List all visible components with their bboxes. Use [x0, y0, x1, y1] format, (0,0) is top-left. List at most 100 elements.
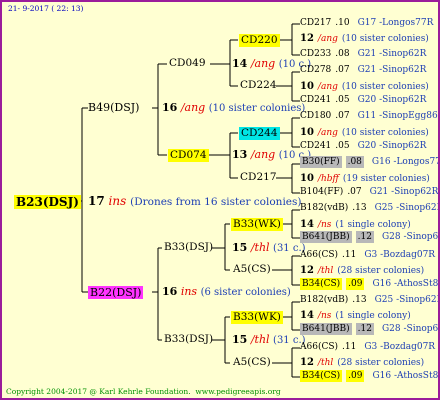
leaf-num: 14: [300, 310, 314, 321]
leaf-value: .09: [346, 278, 365, 290]
leaf-value: .05: [335, 95, 350, 105]
leaf-value: .08: [335, 49, 350, 59]
footer: Copyright 2004-2017 @ Karl Kehrle Founda…: [6, 388, 281, 396]
leaf-row: B104(FF) .07 G21 -Sinop62R: [300, 188, 438, 197]
leaf-value: .05: [335, 141, 350, 151]
leaf-row: 14/ns (1 single colony): [300, 220, 411, 230]
leaf-reference: G21 -Sinop62R: [357, 49, 427, 59]
leaf-row: CD233.08 G21 -Sinop62R: [300, 50, 426, 59]
leaf-value: .13: [352, 203, 367, 213]
leaf-value: .08: [345, 156, 364, 168]
leaf-reference: G21 -Sinop62R: [369, 187, 439, 197]
root-num: 17: [88, 194, 105, 208]
leaf-num: 12: [300, 265, 314, 276]
dam-b-info: 15 /thl (31 c.): [232, 334, 306, 346]
leaf-reference: G3 -Bozdag07R: [364, 342, 436, 352]
leaf-num: 14: [300, 219, 314, 230]
leaf-reference: G3 -Bozdag07R: [364, 250, 436, 260]
leaf-ins: /ns: [317, 220, 332, 230]
sire-b-top: CD244: [239, 127, 280, 140]
footer-url: www.pedigreeapis.org: [195, 387, 281, 396]
leaf-queen: CD278: [300, 65, 332, 75]
dam-a-top: B33(WK): [231, 218, 283, 231]
leaf-row: B641(JBB).12 G28 -Sinop62R: [300, 231, 438, 243]
leaf-reference: G16 -Longos77R: [371, 157, 438, 167]
leaf-row: B182(vdB) .13 G25 -Sinop62R: [300, 295, 438, 305]
dam-queen: B22(DSJ): [88, 286, 144, 299]
dam-b-ins: /thl: [250, 333, 270, 346]
leaf-ins: /hbff: [317, 174, 339, 184]
leaf-row: B641(JBB).12 G28 -Sinop62R: [300, 323, 439, 335]
sire-ins: /ang: [180, 101, 206, 114]
leaf-reference: G17 -Longos77R: [357, 18, 434, 28]
leaf-row: CD278.07 G21 -Sinop62R: [300, 66, 426, 75]
dam-ins: ins: [180, 285, 198, 298]
leaf-queen: B30(FF): [300, 156, 342, 168]
sire-b-bottom: CD217: [240, 171, 277, 183]
leaf-desc: (10 sister colonies): [341, 82, 429, 92]
dam-num: 16: [162, 285, 178, 298]
dam-a-queen: B33(DSJ): [164, 241, 214, 253]
leaf-num: 12: [300, 357, 314, 368]
leaf-row: 12/thl (28 sister colonies): [300, 266, 424, 276]
dam-b-top: B33(WK): [231, 311, 283, 324]
leaf-num: 10: [300, 127, 314, 138]
dam-a-info: 15 /thl (31 c.): [232, 242, 306, 254]
sire-a-bottom: CD224: [240, 79, 277, 91]
sire-b-queen: CD074: [168, 149, 209, 162]
dam-b-bottom: A5(CS): [233, 356, 271, 368]
leaf-reference: G28 -Sinop62R: [381, 324, 439, 334]
root-ins: ins: [108, 194, 127, 208]
leaf-desc: (28 sister colonies): [337, 358, 425, 368]
leaf-queen: CD217: [300, 18, 332, 28]
sire-a-top: CD220: [239, 34, 280, 47]
leaf-value: .07: [335, 65, 350, 75]
leaf-value: .12: [355, 231, 374, 243]
leaf-value: .07: [335, 111, 350, 121]
leaf-queen: B641(JBB): [300, 231, 352, 243]
dam-a-num: 15: [232, 241, 248, 254]
dam-info: 16 ins (6 sister colonies): [162, 286, 291, 298]
dam-a-ins: /thl: [250, 241, 270, 254]
report-date: 21- 9-2017 ( 22: 13): [8, 4, 84, 13]
leaf-desc: (10 sister colonies): [341, 34, 429, 44]
leaf-value: .07: [347, 187, 362, 197]
leaf-queen: CD241: [300, 141, 332, 151]
leaf-row: 14/ns (1 single colony): [300, 311, 411, 321]
leaf-reference: G20 -Sinop62R: [357, 141, 427, 151]
leaf-row: 10/hbff (19 sister colonies): [300, 174, 430, 184]
leaf-queen: B182(vdB): [300, 203, 349, 213]
leaf-ins: /thl: [317, 358, 334, 368]
leaf-row: CD241.05 G20 -Sinop62R: [300, 96, 426, 105]
leaf-queen: CD233: [300, 49, 332, 59]
leaf-ins: /ang: [317, 34, 338, 44]
leaf-queen: CD180: [300, 111, 332, 121]
leaf-ins: /ang: [317, 128, 338, 138]
leaf-row: B182(vdB) .13 G25 -Sinop62R: [300, 203, 440, 213]
leaf-value: .11: [342, 342, 357, 352]
leaf-reference: G21 -Sinop62R: [357, 65, 427, 75]
leaf-desc: (10 sister colonies): [341, 128, 429, 138]
sire-num: 16: [162, 101, 178, 114]
sire-b-num: 13: [232, 148, 248, 161]
root-info: 17 ins (Drones from 16 sister colonies): [88, 195, 302, 208]
leaf-row: A66(CS) .11 G3 -Bozdag07R: [300, 343, 435, 352]
footer-copyright: Copyright 2004-2017 @ Karl Kehrle Founda…: [6, 387, 191, 396]
leaf-value: .13: [352, 295, 367, 305]
leaf-desc: (1 single colony): [335, 311, 411, 321]
leaf-ins: /ns: [317, 311, 332, 321]
leaf-reference: G25 -Sinop62R: [374, 203, 440, 213]
leaf-value: .10: [335, 18, 350, 28]
leaf-row: 12/thl (28 sister colonies): [300, 358, 424, 368]
root-desc: (Drones from 16 sister colonies): [130, 196, 302, 208]
leaf-queen: B182(vdB): [300, 295, 349, 305]
leaf-num: 12: [300, 33, 314, 44]
sire-a-ins: /ang: [250, 57, 276, 70]
leaf-row: 10/ang (10 sister colonies): [300, 82, 429, 92]
sire-a-num: 14: [232, 57, 248, 70]
leaf-row: B34(CS).09 G16 -AthosSt80R: [300, 278, 438, 290]
leaf-queen: B34(CS): [300, 278, 343, 290]
sire-a-queen: CD049: [169, 57, 206, 69]
leaf-row: 10/ang (10 sister colonies): [300, 128, 429, 138]
dam-b-queen: B33(DSJ): [164, 333, 214, 345]
